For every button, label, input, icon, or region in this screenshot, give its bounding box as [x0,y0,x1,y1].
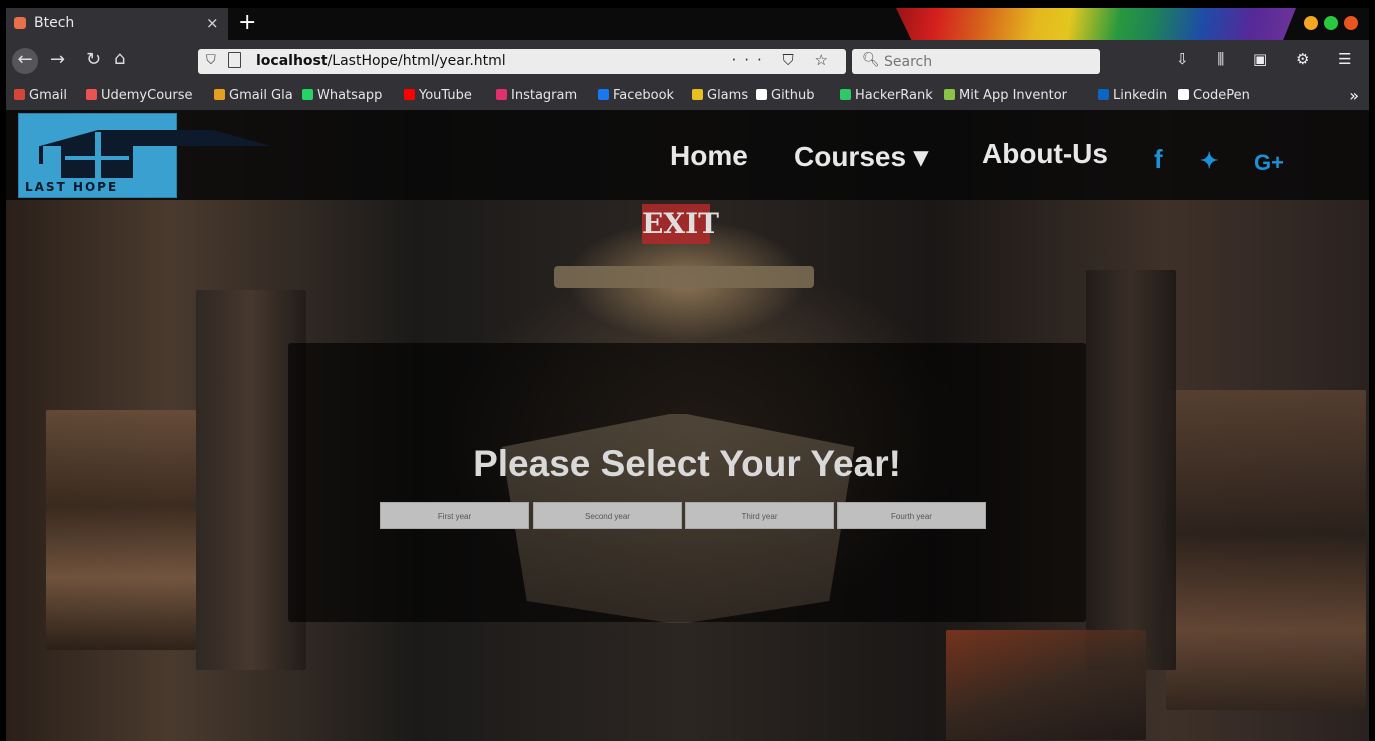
close-tab-icon[interactable]: × [206,14,219,32]
codepen-icon [1178,89,1189,100]
app-inventor-icon [944,89,955,100]
bookmark-item[interactable]: Gmail Gla [214,88,293,103]
minimize-button[interactable] [1304,16,1318,30]
hackerrank-icon [840,89,851,100]
bookmark-item[interactable]: Mit App Inventor [944,88,1067,103]
nav-home[interactable]: Home [670,140,748,172]
second-year-button[interactable]: Second year [533,502,682,529]
page-content: EXIT LAST HOPE Home Courses ▾ About-Us f… [6,110,1369,741]
tab-title: Btech [34,15,75,31]
theme-banner [896,8,1296,40]
youtube-icon [404,89,415,100]
bookmark-item[interactable]: HackerRank [840,88,933,103]
bookmark-item[interactable]: Gmail [14,88,67,103]
whatsapp-icon [302,89,313,100]
books-bottom [946,630,1146,740]
glams-icon [692,89,703,100]
navigation-toolbar: ← → ↻ ⌂ ⛉ localhost/LastHope/html/year.h… [6,40,1369,82]
new-tab-button[interactable]: + [238,10,256,35]
more-bookmarks-icon[interactable]: » [1349,86,1359,105]
nav-about-us[interactable]: About-Us [982,138,1108,170]
first-year-button[interactable]: First year [380,502,529,529]
year-selection-panel: Please Select Your Year! First year Seco… [288,343,1086,623]
bookmark-item[interactable]: CodePen [1178,88,1250,103]
github-icon [756,89,767,100]
cap-tassel [39,146,43,164]
bookshelf-right-back [1086,270,1176,670]
home-button[interactable]: ⌂ [114,48,125,69]
site-logo[interactable]: LAST HOPE [18,113,271,198]
third-year-button[interactable]: Third year [685,502,834,529]
search-input[interactable] [882,51,1086,73]
search-icon: 🔍︎ [862,52,880,68]
address-bar[interactable]: ⛉ localhost/LastHope/html/year.html ··· … [198,49,846,74]
linkedin-icon [1098,89,1109,100]
url-text: localhost/LastHope/html/year.html [256,53,506,69]
close-window-button[interactable] [1344,16,1358,30]
maximize-button[interactable] [1324,16,1338,30]
back-button[interactable]: ← [12,48,38,74]
bookshelf-left [46,410,196,650]
cap-bar [65,156,129,160]
bookmark-item[interactable]: UdemyCourse [86,88,193,103]
page-icon [228,52,241,68]
nav-courses[interactable]: Courses ▾ [794,140,928,173]
ceiling-lamp [554,266,814,288]
bookmark-item[interactable]: Glams [692,88,748,103]
search-bar[interactable]: 🔍︎ [852,49,1100,74]
tab-btech[interactable]: Btech × [6,8,228,40]
udemy-icon [86,89,97,100]
site-navbar: LAST HOPE Home Courses ▾ About-Us f ✦ G+ [6,110,1369,200]
tab-bar: Btech × + [6,8,1369,40]
reload-button[interactable]: ↻ [86,49,101,70]
logo-text: LAST HOPE [25,180,119,194]
page-title: Please Select Your Year! [473,443,901,484]
toolbar-icons[interactable]: ⇩ ⫼ ▣ ⚙ ☰ [1176,50,1364,68]
exit-sign: EXIT [642,204,719,244]
instagram-icon [496,89,507,100]
bookmark-item[interactable]: Whatsapp [302,88,382,103]
gmail-icon [214,89,225,100]
browser-window: Btech × + ← → ↻ ⌂ ⛉ localhost/LastHope/h… [6,8,1369,741]
page-actions-icon[interactable]: ··· ⛉ ☆ [731,51,836,69]
bookmark-item[interactable]: YouTube [404,88,472,103]
bookmark-item[interactable]: Github [756,88,815,103]
forward-button[interactable]: → [50,49,65,70]
twitter-icon[interactable]: ✦ [1200,148,1218,174]
bookmark-item[interactable]: Linkedin [1098,88,1167,103]
fourth-year-button[interactable]: Fourth year [837,502,986,529]
favicon-icon [14,17,26,29]
shield-icon: ⛉ [206,53,216,68]
google-plus-icon[interactable]: G+ [1254,150,1284,176]
bookshelf-right [1166,390,1366,710]
facebook-icon[interactable]: f [1154,144,1163,175]
bookmark-item[interactable]: Instagram [496,88,577,103]
bookmark-item[interactable]: Facebook [598,88,674,103]
facebook-icon [598,89,609,100]
gmail-icon [14,89,25,100]
bookmarks-bar: Gmail UdemyCourse Gmail Gla Whatsapp You… [6,82,1369,110]
